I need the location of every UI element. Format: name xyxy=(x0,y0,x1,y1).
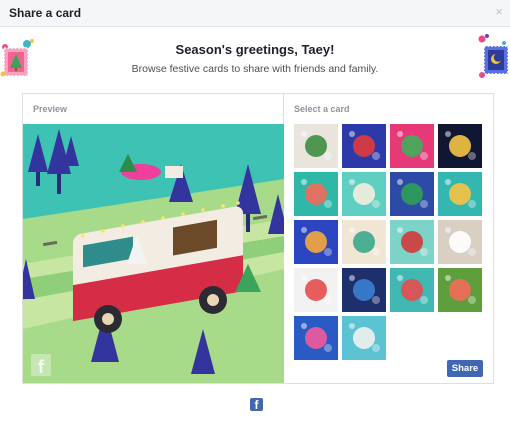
card-cactus-thumbnail[interactable] xyxy=(390,124,434,168)
card-panel: Preview f Select a card Share xyxy=(22,93,494,384)
camper-van-illustration xyxy=(23,124,284,383)
card-menorah-thumbnail[interactable] xyxy=(438,172,482,216)
preview-column: Preview f xyxy=(23,94,284,383)
preview-label: Preview xyxy=(33,104,68,114)
card-parrot-thumbnail[interactable] xyxy=(438,268,482,312)
facebook-logo-icon: f xyxy=(250,398,263,411)
preview-card-image: f xyxy=(23,124,284,383)
card-gnome-thumbnail[interactable] xyxy=(294,124,338,168)
select-card-label: Select a card xyxy=(294,104,350,114)
card-pine-thumbnail[interactable] xyxy=(342,316,386,360)
card-night-thumbnail[interactable] xyxy=(294,220,338,264)
share-button[interactable]: Share xyxy=(447,360,483,377)
card-knot-thumbnail[interactable] xyxy=(342,220,386,264)
greeting-subtitle: Browse festive cards to share with frien… xyxy=(131,63,379,75)
card-tree-thumbnail[interactable] xyxy=(390,172,434,216)
close-icon[interactable]: × xyxy=(495,4,503,19)
facebook-watermark-icon: f xyxy=(31,354,51,376)
card-fireworks-thumbnail[interactable] xyxy=(438,124,482,168)
card-latte-thumbnail[interactable] xyxy=(342,172,386,216)
card-birds-thumbnail[interactable] xyxy=(438,220,482,264)
card-gifts-thumbnail[interactable] xyxy=(342,124,386,168)
card-snowglobe-thumbnail[interactable] xyxy=(390,268,434,312)
card-ornaments-thumbnail[interactable] xyxy=(294,172,338,216)
card-van-thumbnail[interactable] xyxy=(390,220,434,264)
dialog-title: Share a card xyxy=(9,6,82,20)
card-santa-thumbnail[interactable] xyxy=(294,268,338,312)
card-origami-thumbnail[interactable] xyxy=(294,316,338,360)
select-column: Select a card Share xyxy=(284,94,493,383)
card-forest-thumbnail[interactable] xyxy=(342,268,386,312)
dialog-title-bar: Share a card × xyxy=(0,0,510,27)
greeting-heading: Season's greetings, Taey! xyxy=(175,42,335,57)
